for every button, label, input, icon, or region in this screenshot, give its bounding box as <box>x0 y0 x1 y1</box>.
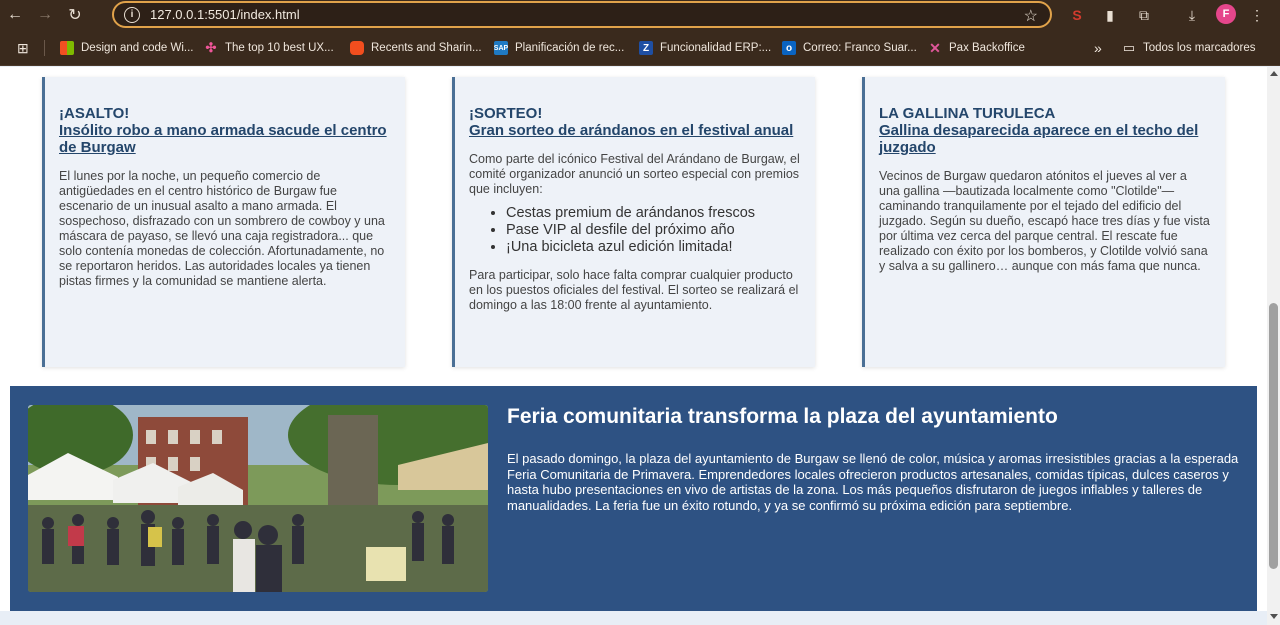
menu-dots-icon[interactable]: ⋮ <box>1246 4 1268 26</box>
dots-icon: ✣ <box>205 40 217 55</box>
card-body: El lunes por la noche, un pequeño comerc… <box>59 169 385 288</box>
news-card-gallina: LA GALLINA TURULECA Gallina desaparecida… <box>862 77 1225 367</box>
bookmark-item[interactable]: Design and code Wi... <box>60 39 194 57</box>
back-icon[interactable]: ← <box>0 0 30 30</box>
url-text: 127.0.0.1:5501/index.html <box>150 7 300 22</box>
extension-s-icon[interactable]: S <box>1066 4 1088 26</box>
featured-body: El pasado domingo, la plaza del ayuntami… <box>507 451 1239 513</box>
reload-icon[interactable]: ↻ <box>60 0 90 30</box>
card-kicker: ¡ASALTO! <box>59 105 130 122</box>
bookmarks-bar: ⊞ Design and code Wi... ✣ The top 10 bes… <box>0 30 1280 66</box>
bookmark-item[interactable]: o Correo: Franco Suar... <box>782 39 917 57</box>
card-body: Vecinos de Burgaw quedaron atónitos el j… <box>879 169 1210 273</box>
bookmark-label: Design and code Wi... <box>81 42 194 54</box>
bookmark-label: Funcionalidad ERP:... <box>660 42 772 54</box>
scroll-up-arrow-icon[interactable] <box>1270 71 1278 76</box>
fair-photo <box>28 405 488 592</box>
card-body-after: Para participar, solo hace falta comprar… <box>469 268 799 312</box>
list-item: Cestas premium de arándanos frescos <box>506 205 801 222</box>
bookmark-item[interactable]: Z Funcionalidad ERP:... <box>639 39 771 57</box>
next-section-band <box>0 611 1267 625</box>
bookmark-label: Recents and Sharin... <box>371 42 482 54</box>
extension-doc-icon[interactable]: ▮ <box>1099 4 1121 26</box>
figma-icon <box>350 41 364 55</box>
bookmarks-overflow-button[interactable]: » <box>1094 39 1102 57</box>
scrollbar-thumb[interactable] <box>1269 303 1278 569</box>
card-kicker: LA GALLINA TURULECA <box>879 105 1056 122</box>
card-kicker: ¡SORTEO! <box>469 105 543 122</box>
card-body: Como parte del icónico Festival del Arán… <box>469 152 800 196</box>
bookmark-star-icon[interactable]: ☆ <box>1024 6 1038 26</box>
bookmark-item[interactable]: Recents and Sharin... <box>350 39 482 57</box>
profile-avatar[interactable]: F <box>1216 4 1236 24</box>
all-bookmarks-folder[interactable]: ▭ Todos los marcadores <box>1122 39 1256 57</box>
apps-grid-icon[interactable]: ⊞ <box>17 39 29 57</box>
news-card-sorteo: ¡SORTEO! Gran sorteo de arándanos en el … <box>452 77 815 367</box>
site-info-icon[interactable]: i <box>124 6 140 23</box>
bookmark-label: Planificación de rec... <box>515 42 625 54</box>
bookmark-label: Correo: Franco Suar... <box>803 42 917 54</box>
address-bar[interactable]: i 127.0.0.1:5501/index.html ☆ <box>112 1 1052 28</box>
card-headline-link[interactable]: Gran sorteo de arándanos en el festival … <box>469 122 801 139</box>
z-icon: Z <box>639 41 653 55</box>
featured-title: Feria comunitaria transforma la plaza de… <box>507 405 1058 428</box>
bookmarks-divider <box>44 40 45 56</box>
bookmark-label: The top 10 best UX... <box>225 42 334 54</box>
list-item: Pase VIP al desfile del próximo año <box>506 222 801 239</box>
fair-photo-illustration <box>28 405 488 592</box>
scroll-down-arrow-icon[interactable] <box>1270 614 1278 619</box>
list-item: ¡Una bicicleta azul edición limitada! <box>506 239 801 256</box>
bookmark-label: Pax Backoffice <box>949 42 1025 54</box>
page-scrollbar[interactable] <box>1267 67 1280 625</box>
news-card-asalto: ¡ASALTO! Insólito robo a mano armada sac… <box>42 77 405 367</box>
bookmark-item[interactable]: SAP Planificación de rec... <box>494 39 624 57</box>
card-headline-link[interactable]: Insólito robo a mano armada sacude el ce… <box>59 122 391 156</box>
bookmark-item[interactable]: ✕ Pax Backoffice <box>928 39 1025 57</box>
browser-toolbar: ← → ↻ i 127.0.0.1:5501/index.html ☆ S ▮ … <box>0 0 1280 30</box>
windows-icon <box>60 41 74 55</box>
card-headline-link[interactable]: Gallina desaparecida aparece en el techo… <box>879 122 1211 156</box>
prize-list: Cestas premium de arándanos frescos Pase… <box>506 205 801 256</box>
x-icon: ✕ <box>929 39 941 56</box>
featured-article: Feria comunitaria transforma la plaza de… <box>10 386 1257 611</box>
download-icon[interactable]: ⤓ <box>1181 4 1203 26</box>
page-content: ¡ASALTO! Insólito robo a mano armada sac… <box>0 67 1267 625</box>
folder-icon: ▭ <box>1122 40 1136 55</box>
extensions-puzzle-icon[interactable]: ⧉ <box>1133 4 1155 26</box>
bookmark-item[interactable]: ✣ The top 10 best UX... <box>204 39 334 57</box>
all-bookmarks-label: Todos los marcadores <box>1143 42 1256 54</box>
outlook-icon: o <box>782 41 796 55</box>
sap-icon: SAP <box>494 41 508 55</box>
forward-icon[interactable]: → <box>30 0 60 30</box>
